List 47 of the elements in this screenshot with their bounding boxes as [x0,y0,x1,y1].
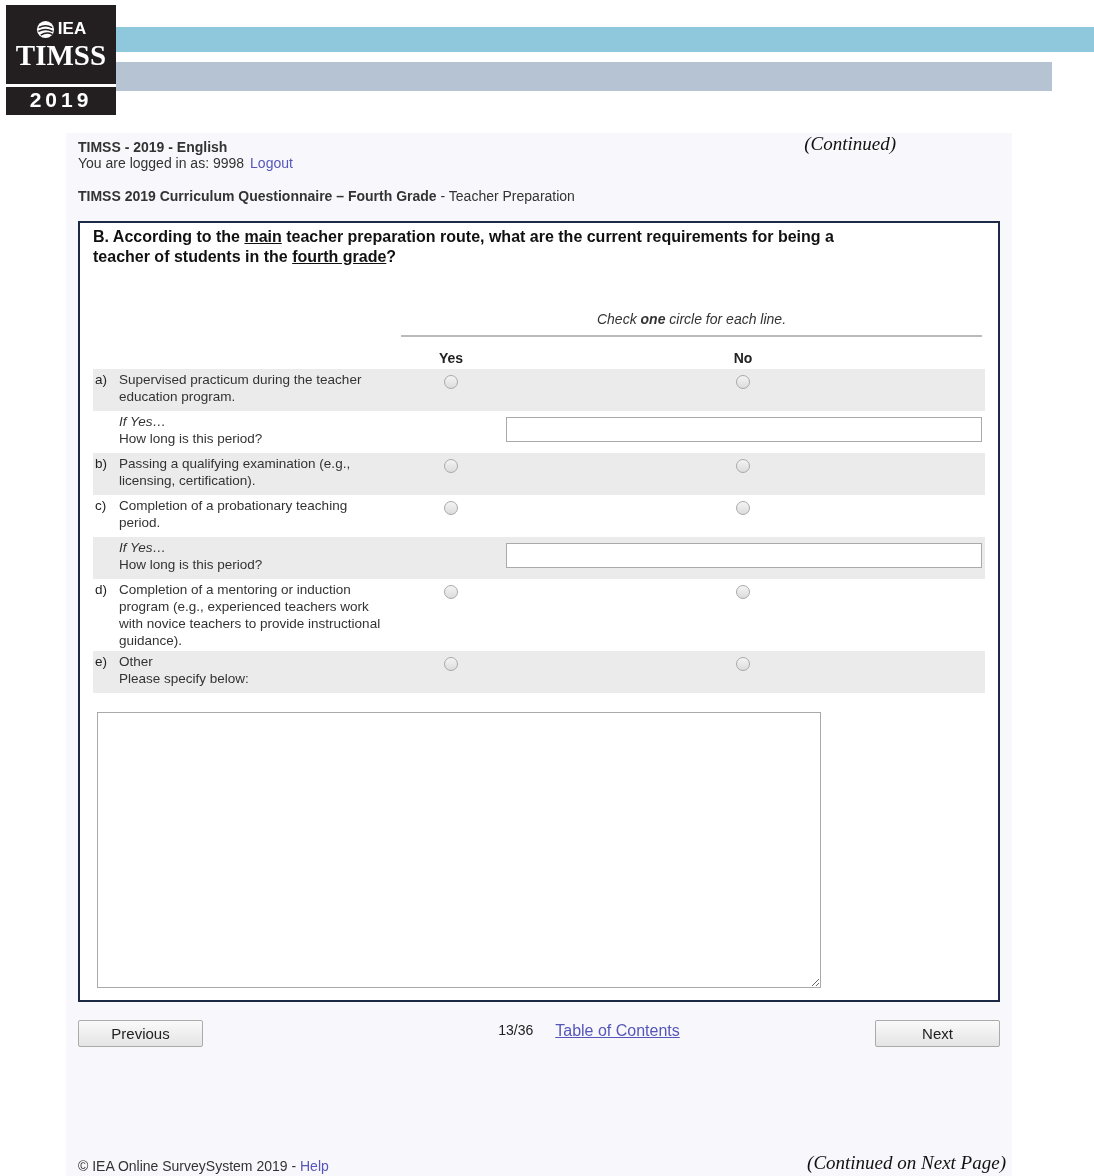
radio-button[interactable] [444,459,458,473]
previous-button[interactable]: Previous [78,1020,203,1047]
prompt-text: How long is this period? [119,556,264,573]
survey-title: TIMSS - 2019 - English [78,139,229,155]
input-field[interactable] [506,543,982,568]
radio-button[interactable] [444,501,458,515]
item-letter: d) [94,581,108,599]
logout-link[interactable]: Logout [250,155,293,171]
logo-text: 2019 [28,87,94,112]
radio-button[interactable] [444,585,458,599]
continued-note: (Continued on Next Page) [807,1152,1006,1174]
item-text: Other Please specify below: [119,653,250,688]
item-text: Completion of a probationary teaching period. [119,497,349,532]
item-letter: e) [94,653,108,671]
question-text: B. According to the main teacher preparation route, what are the current requirements for being a teacher of students in the fourth grade? [93,227,835,267]
item-text: Passing a qualifying examination (e.g., licensing, certification). [119,455,352,490]
page-counter: 13/36 [498,1022,534,1040]
item-letter: c) [94,497,108,515]
prompt-text: How long is this period? [119,430,264,447]
logo-text: IEA [57,19,87,39]
radio-button[interactable] [736,501,750,515]
item-text: Supervised practicum during the teacher education program. [119,371,363,406]
column-header: Yes [437,349,465,368]
item-letter: a) [94,371,108,389]
help-link[interactable]: Help [300,1158,329,1174]
next-button[interactable]: Next [875,1020,1000,1047]
text-area[interactable] [97,712,821,988]
continued-note: (Continued) [804,133,896,156]
radio-button[interactable] [736,459,750,473]
instruction-text: Check one circle for each line. [401,296,982,337]
radio-button[interactable] [444,657,458,671]
login-text: You are logged in as: 9998 [78,155,245,171]
condition-text: If Yes… [119,539,168,556]
item-letter: b) [94,455,108,473]
radio-button[interactable] [736,375,750,389]
item-text: Completion of a mentoring or induction program (e.g., experienced teachers work with novice teachers to provide instructional guidance). [119,581,382,650]
input-field[interactable] [506,417,982,442]
copyright-text: © IEA Online SurveySystem 2019 - Help [78,1158,329,1174]
breadcrumb: TIMSS 2019 Curriculum Questionnaire – Fourth Grade - Teacher Preparation [78,188,576,204]
logo-text: TIMSS [15,39,107,71]
column-header: No [732,349,754,368]
radio-button[interactable] [444,375,458,389]
condition-text: If Yes… [119,413,168,430]
radio-button[interactable] [736,657,750,671]
contents-link[interactable]: Table of Contents [555,1022,680,1040]
globe-icon [35,19,55,39]
radio-button[interactable] [736,585,750,599]
